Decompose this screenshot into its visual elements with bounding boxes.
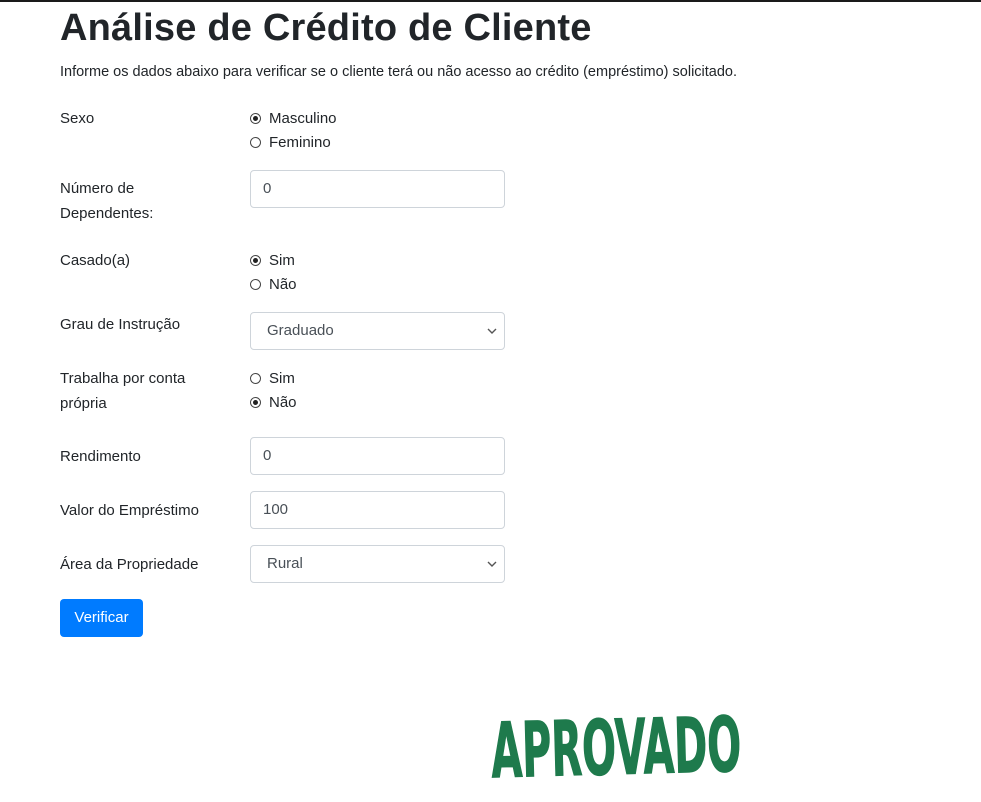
emprestimo-input[interactable]: 100 (250, 491, 505, 529)
dependentes-input[interactable]: 0 (250, 170, 505, 208)
casado-radio-group: Sim Não (250, 248, 297, 296)
radio-label: Sim (269, 369, 295, 387)
sexo-radio-group: Masculino Feminino (250, 106, 337, 154)
rendimento-input[interactable]: 0 (250, 437, 505, 475)
verificar-button[interactable]: Verificar (60, 599, 143, 637)
top-border (0, 0, 981, 2)
radio-label: Não (269, 393, 297, 411)
conta-propria-label-line1: Trabalha por conta (60, 370, 186, 387)
radio-unchecked-icon (250, 372, 261, 384)
approved-stamp: APROVADO (489, 700, 742, 782)
radio-label: Feminino (269, 133, 331, 151)
emprestimo-label: Valor do Empréstimo (60, 502, 199, 519)
page-subtitle: Informe os dados abaixo para verificar s… (60, 64, 738, 80)
dependentes-label: Número de Dependentes: (60, 176, 220, 226)
radio-label: Sim (269, 251, 295, 269)
casado-sim-radio[interactable]: Sim (250, 248, 297, 272)
casado-label: Casado(a) (60, 252, 131, 269)
propriedade-select[interactable]: Rural (250, 545, 505, 583)
dependentes-label-line1: Número de (60, 180, 135, 197)
chevron-down-icon (487, 561, 497, 567)
instrucao-label: Grau de Instrução (60, 316, 181, 333)
dependentes-label-line2: Dependentes: (60, 205, 154, 222)
radio-label: Não (269, 275, 297, 293)
radio-unchecked-icon (250, 278, 261, 290)
conta-propria-radio-group: Sim Não (250, 366, 297, 414)
casado-nao-radio[interactable]: Não (250, 272, 297, 296)
conta-propria-label: Trabalha por conta própria (60, 366, 220, 416)
rendimento-label: Rendimento (60, 448, 141, 465)
radio-label: Masculino (269, 109, 337, 127)
sexo-label: Sexo (60, 110, 95, 127)
conta-propria-nao-radio[interactable]: Não (250, 390, 297, 414)
stamp-text: APROVADO (490, 700, 742, 782)
radio-checked-icon (250, 396, 261, 408)
instrucao-select[interactable]: Graduado (250, 312, 505, 350)
sexo-masculino-radio[interactable]: Masculino (250, 106, 337, 130)
instrucao-selected-value: Graduado (267, 322, 334, 339)
page-title: Análise de Crédito de Cliente (60, 7, 592, 49)
conta-propria-sim-radio[interactable]: Sim (250, 366, 297, 390)
sexo-feminino-radio[interactable]: Feminino (250, 130, 337, 154)
radio-unchecked-icon (250, 136, 261, 148)
radio-checked-icon (250, 112, 261, 124)
propriedade-label: Área da Propriedade (60, 556, 199, 573)
conta-propria-label-line2: própria (60, 395, 107, 412)
propriedade-selected-value: Rural (267, 555, 303, 572)
radio-checked-icon (250, 254, 261, 266)
chevron-down-icon (487, 328, 497, 334)
